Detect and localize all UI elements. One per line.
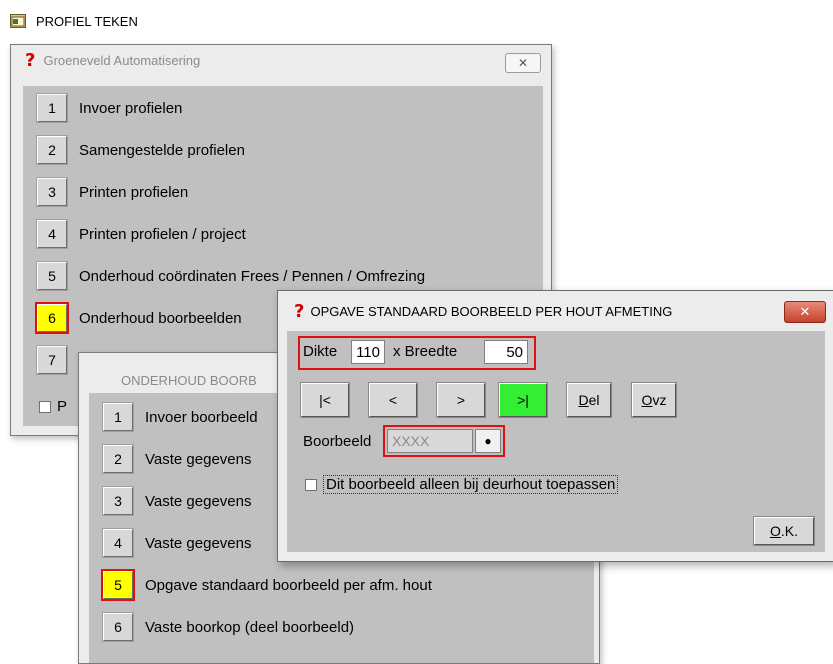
delete-hotkey: D (578, 392, 589, 408)
boorbeeld-field[interactable]: XXXX (387, 429, 473, 453)
sub-item-4[interactable]: 4 Vaste gegevens (102, 525, 252, 561)
sub-item-2[interactable]: 2 Vaste gegevens (102, 441, 252, 477)
menu-item-number[interactable]: 5 (36, 261, 68, 291)
ok-rest: .K. (780, 523, 798, 539)
dialog-titlebar: ? OPGAVE STANDAARD BOORBEELD PER HOUT AF… (278, 291, 833, 331)
sub-window-title: ONDERHOUD BOORB (121, 372, 257, 388)
menu-item-number[interactable]: 2 (36, 135, 68, 165)
sub-item-3[interactable]: 3 Vaste gegevens (102, 483, 252, 519)
dialog-body: Dikte 110 x Breedte 50 |< < > >| Del Ovz… (287, 331, 825, 552)
sub-item-label: Vaste gegevens (145, 534, 252, 552)
menu-item-1[interactable]: 1 Invoer profielen (36, 90, 183, 126)
menu-item-7[interactable]: 7 (36, 342, 79, 378)
menu-item-number[interactable]: 6 (35, 302, 69, 334)
menu-item-number[interactable]: 3 (36, 177, 68, 207)
prev-record-button[interactable]: < (368, 382, 418, 418)
sub-item-label: Opgave standaard boorbeeld per afm. hout (145, 576, 432, 594)
overview-rest: vz (652, 392, 667, 408)
sub-item-number[interactable]: 2 (102, 444, 134, 474)
sub-item-number[interactable]: 6 (102, 612, 134, 642)
boorbeeld-lookup-button[interactable]: ● (475, 429, 501, 453)
boorbeeld-dialog: ? OPGAVE STANDAARD BOORBEELD PER HOUT AF… (277, 290, 833, 562)
menu-item-2[interactable]: 2 Samengestelde profielen (36, 132, 245, 168)
sub-item-1[interactable]: 1 Invoer boorbeeld (102, 399, 258, 435)
sub-item-label: Invoer boorbeeld (145, 408, 258, 426)
menu-item-label: Printen profielen / project (79, 225, 246, 243)
menu-item-label: Printen profielen (79, 183, 189, 201)
main-checkbox[interactable] (39, 400, 51, 413)
breedte-field[interactable]: 50 (484, 340, 528, 364)
sub-item-number[interactable]: 4 (102, 528, 134, 558)
main-checkbox-row[interactable]: P (39, 398, 67, 415)
app-window-icon (10, 14, 26, 28)
question-icon: ? (25, 49, 36, 71)
sub-item-number[interactable]: 5 (101, 569, 135, 601)
menu-item-6[interactable]: 6 Onderhoud boorbeelden (35, 300, 242, 336)
boorbeeld-label: Boorbeeld (303, 433, 372, 450)
menu-item-number[interactable]: 7 (36, 345, 68, 375)
sub-item-label: Vaste gegevens (145, 450, 252, 468)
sub-item-number[interactable]: 3 (102, 486, 134, 516)
close-icon[interactable]: ✕ (505, 53, 541, 73)
deurhout-checkbox-row[interactable]: Dit boorbeeld alleen bij deurhout toepas… (305, 475, 619, 494)
menu-item-number[interactable]: 4 (36, 219, 68, 249)
menu-item-5[interactable]: 5 Onderhoud coördinaten Frees / Pennen /… (36, 258, 426, 294)
ok-button[interactable]: O .K. (753, 516, 815, 546)
main-window-title: Groeneveld Automatisering (43, 52, 201, 68)
sub-item-number[interactable]: 1 (102, 402, 134, 432)
dialog-title: OPGAVE STANDAARD BOORBEELD PER HOUT AFME… (310, 303, 673, 319)
deurhout-checkbox-label: Dit boorbeeld alleen bij deurhout toepas… (323, 475, 619, 494)
main-checkbox-label: P (57, 398, 68, 415)
sub-item-label: Vaste boorkop (deel boorbeeld) (145, 618, 355, 636)
close-icon[interactable]: ✕ (784, 301, 826, 323)
delete-rest: el (588, 392, 600, 408)
dikte-label: Dikte (303, 343, 338, 360)
next-record-button[interactable]: > (436, 382, 486, 418)
app-title-text: PROFIEL TEKEN (36, 13, 138, 29)
sub-item-6[interactable]: 6 Vaste boorkop (deel boorbeeld) (102, 609, 355, 645)
deurhout-checkbox[interactable] (305, 478, 317, 491)
last-record-button[interactable]: >| (498, 382, 548, 418)
menu-item-label: Onderhoud boorbeelden (79, 309, 242, 327)
menu-item-label: Invoer profielen (79, 99, 183, 117)
menu-item-3[interactable]: 3 Printen profielen (36, 174, 189, 210)
menu-item-number[interactable]: 1 (36, 93, 68, 123)
main-window-titlebar: ? Groeneveld Automatisering ✕ (11, 45, 551, 75)
overview-button[interactable]: Ovz (631, 382, 677, 418)
question-icon: ? (294, 300, 305, 322)
overview-hotkey: O (641, 392, 653, 408)
menu-item-label: Onderhoud coördinaten Frees / Pennen / O… (79, 267, 426, 285)
first-record-button[interactable]: |< (300, 382, 350, 418)
menu-item-label: Samengestelde profielen (79, 141, 245, 159)
sub-item-5[interactable]: 5 Opgave standaard boorbeeld per afm. ho… (101, 567, 432, 603)
app-title: PROFIEL TEKEN (10, 10, 138, 32)
breedte-label: x Breedte (393, 343, 458, 360)
delete-button[interactable]: Del (566, 382, 612, 418)
sub-item-label: Vaste gegevens (145, 492, 252, 510)
menu-item-4[interactable]: 4 Printen profielen / project (36, 216, 246, 252)
dikte-field[interactable]: 110 (351, 340, 385, 364)
ok-hotkey: O (769, 523, 781, 539)
